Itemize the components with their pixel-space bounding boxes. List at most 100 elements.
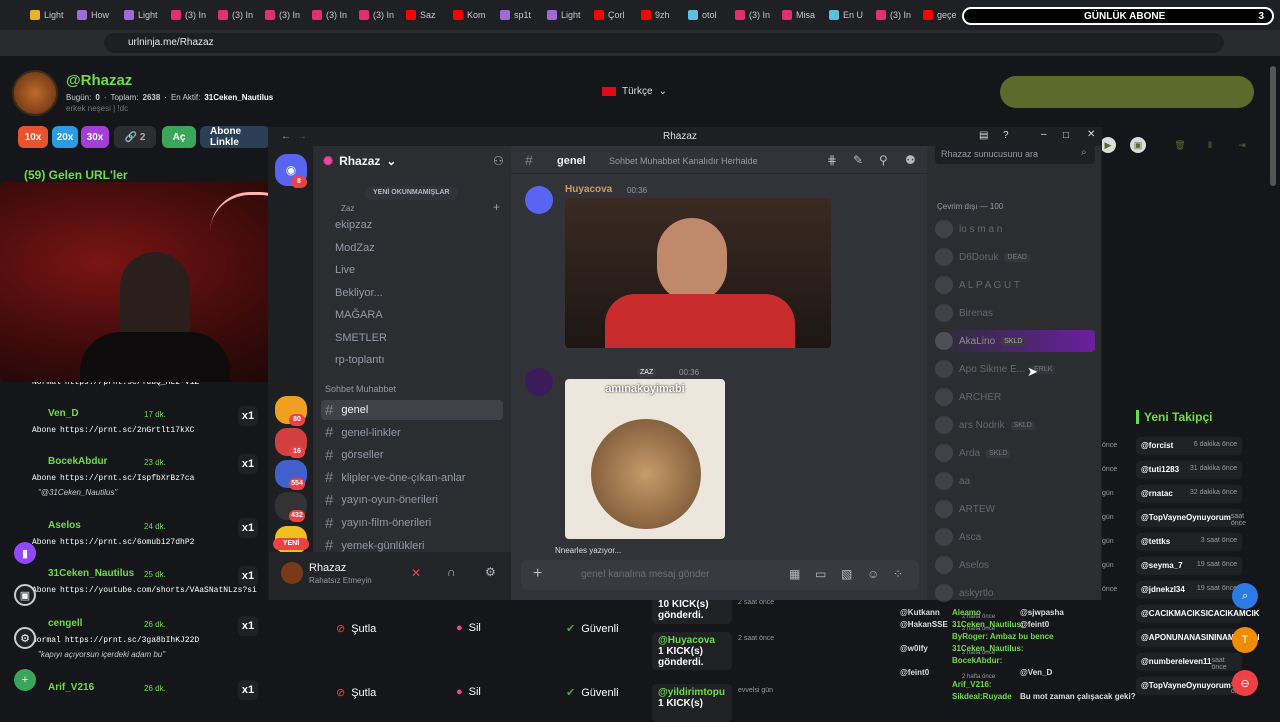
url-link[interactable]: Abone https://prnt.sc/6omubi27dhP2 [32, 538, 194, 547]
browser-tab[interactable]: Light [547, 6, 591, 24]
headphones-icon[interactable]: ∩ [447, 565, 456, 579]
chat-user[interactable]: @sjwpasha [1020, 608, 1064, 617]
gift-icon[interactable]: ▦ [789, 567, 800, 581]
channel-item[interactable]: rp-toplantı [331, 350, 513, 370]
browser-tab[interactable]: Kom [453, 6, 497, 24]
url-link[interactable]: Abone https://prnt.sc/IspfbXrBz7ca [32, 474, 194, 483]
channel-item[interactable]: MAĞARA [331, 305, 513, 325]
browser-tab[interactable]: (3) In [218, 6, 262, 24]
trash-icon[interactable]: 🗑 [1172, 137, 1188, 153]
filter-30x[interactable]: 30x [81, 126, 109, 148]
member-item[interactable]: ars Nodrik SKLD [935, 414, 1095, 436]
settings-gear-icon[interactable]: ⚙ [14, 627, 36, 649]
notifications-icon[interactable]: ✎ [853, 153, 863, 167]
url-row[interactable]: cengell 26 dk. x1 Normal https://prnt.sc/3ga… [24, 616, 264, 659]
url-row[interactable]: Ven_D 17 dk. x1 Abone https://prnt.sc/2nGrtl… [24, 406, 264, 448]
category-sohbet[interactable]: Sohbet Muhabbet [325, 384, 396, 394]
browser-tab[interactable]: How [77, 6, 121, 24]
search-icon[interactable]: ⌕ [1081, 147, 1087, 158]
follower-row[interactable]: @TopVayneOynuyorumsaat önce [1136, 509, 1246, 527]
browser-tab[interactable]: (3) In [876, 6, 920, 24]
kick-icon[interactable]: ▣ [14, 584, 36, 606]
server-header[interactable]: ✺ Rhazaz ⌄ [323, 154, 396, 168]
url-link[interactable]: Abone https://youtube.com/shorts/VAaSNatN… [32, 586, 257, 595]
follower-row[interactable]: @numbereleven11 saat önce [1136, 653, 1242, 671]
member-item[interactable]: Arda SKLD [935, 442, 1095, 464]
unread-banner[interactable]: YENİ OKUNMAMIŞLAR [365, 186, 458, 200]
follower-row[interactable]: @jdnekzl34 19 saat önce [1136, 581, 1242, 599]
threads-icon[interactable]: ⋕ [827, 153, 837, 167]
close-icon[interactable]: ✕ [1087, 129, 1095, 140]
message-avatar[interactable] [525, 186, 553, 214]
member-item[interactable]: A L P A G U T [935, 274, 1095, 296]
new-badge[interactable]: YENİ [273, 538, 309, 550]
url-link[interactable]: Abone https://prnt.sc/2nGrtlt17kXC [32, 426, 194, 435]
browser-tab[interactable]: En U [829, 6, 873, 24]
url-row-user[interactable]: cengell [48, 618, 82, 629]
member-item[interactable]: AkaLino SKLD [935, 330, 1095, 352]
url-row-user[interactable]: Ven_D [48, 408, 79, 419]
x1-button[interactable]: x1 [238, 518, 258, 538]
channel-item[interactable]: # genel [321, 400, 503, 420]
minimize-icon[interactable]: – [1041, 129, 1047, 140]
x1-button[interactable]: x1 [238, 616, 258, 636]
follower-row[interactable]: @TopVayneOynuyorumsaat önce [1136, 677, 1246, 695]
member-item[interactable]: D6Doruk DEAD [935, 246, 1095, 268]
mark-safe-button[interactable]: ✔ Güvenli [566, 622, 619, 636]
gif-image[interactable]: amınakoyimabi [565, 379, 725, 539]
follower-row[interactable]: @seyma_7 19 saat önce [1136, 557, 1242, 575]
kick-user-button[interactable]: ⊘ Şutla [336, 686, 376, 700]
maximize-icon[interactable]: □ [1063, 130, 1069, 141]
member-item[interactable]: Aselos [935, 554, 1095, 576]
filter-20x[interactable]: 20x [52, 126, 78, 148]
inbox-icon[interactable]: ▤ [979, 130, 988, 141]
chat-user[interactable]: @feint0 [1020, 620, 1049, 629]
channel-item[interactable]: ekipzaz [331, 215, 513, 235]
user-avatar[interactable] [281, 562, 303, 584]
browser-tab[interactable]: Light [124, 6, 168, 24]
subs-only-button[interactable]: Abone Linkle [200, 126, 270, 148]
channel-item[interactable]: Live [331, 260, 513, 280]
chat-user[interactable]: Bu mot zaman çalışacak geki? [1020, 692, 1136, 701]
follower-row[interactable]: @APONUNANASININAMCIKEN [1136, 629, 1259, 647]
mute-mic-icon[interactable]: ✕ [411, 566, 421, 580]
member-item[interactable]: lo s m a n [935, 218, 1095, 240]
pause-icon[interactable]: Ⅱ [1202, 137, 1218, 153]
channel-item[interactable]: SMETLER [331, 328, 513, 348]
browser-tab[interactable]: (3) In [359, 6, 403, 24]
youtube-icon[interactable]: ▶ [1100, 137, 1116, 153]
kick-icon[interactable]: ▣ [1130, 137, 1146, 153]
mark-safe-button[interactable]: ✔ Güvenli [566, 686, 619, 700]
message-composer[interactable]: + genel kanalına mesaj gönder ▦ ▭ ▧ ☺ ⁘ [521, 560, 919, 590]
browser-tab[interactable]: (3) In [735, 6, 779, 24]
chat-user[interactable]: @HakanSSE [900, 620, 948, 629]
browser-tab[interactable]: geçe [923, 6, 967, 24]
browser-tab[interactable]: Çorl [594, 6, 638, 24]
chat-user[interactable]: @feint0 [900, 668, 929, 677]
member-item[interactable]: ARTEW [935, 498, 1095, 520]
follower-row[interactable]: @tettks 3 saat önce [1136, 533, 1242, 551]
channel-item[interactable]: Bekliyor... [331, 283, 513, 303]
twitch-icon[interactable]: ▮ [14, 542, 36, 564]
help-icon[interactable]: ? [1003, 130, 1009, 141]
member-item[interactable]: Apo Sikme E... ERLK [935, 358, 1095, 380]
attach-plus-icon[interactable]: + [533, 565, 542, 583]
translate-icon[interactable]: T [1232, 627, 1258, 653]
sticker-icon[interactable]: ▧ [841, 567, 852, 581]
follower-row[interactable]: @rnatac 32 dakika önce [1136, 485, 1242, 503]
gif-icon[interactable]: ▭ [815, 567, 826, 581]
open-button[interactable]: Aç [162, 126, 196, 148]
member-item[interactable]: Asca [935, 526, 1095, 548]
browser-tab[interactable]: (3) In [312, 6, 356, 24]
url-row[interactable]: 31Ceken_Nautilus 25 dk. x1 Abone https://you… [24, 566, 264, 608]
search-icon[interactable]: ⌕ [1232, 583, 1258, 609]
links-count-filter[interactable]: 🔗 2 [114, 126, 156, 148]
url-row-user[interactable]: Aselos [48, 520, 81, 531]
follower-row[interactable]: @forcist 6 dakika önce [1136, 437, 1242, 455]
browser-tab[interactable]: (3) In [265, 6, 309, 24]
x1-button[interactable]: x1 [238, 454, 258, 474]
pin-icon[interactable]: ⚲ [879, 153, 888, 167]
follower-row[interactable]: @CACIKMACIKSICACIKAMCIK [1136, 605, 1259, 623]
browser-tab[interactable]: Light [30, 6, 74, 24]
channel-item[interactable]: # genel-linkler [321, 423, 503, 443]
